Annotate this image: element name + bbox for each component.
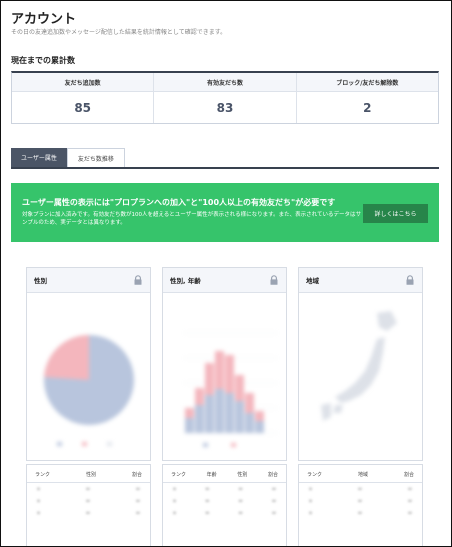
card-region: 地域 [298,267,423,461]
stat-label: 友だち追加数 [12,73,154,92]
table-rows-blurred: ▪ ▬ ▬ ▪ ▬ ▬ ▪ ▬ ▬ [27,483,150,519]
tab-user-attributes[interactable]: ユーザー属性 [11,148,67,167]
stat-label: ブロック/友だち解除数 [296,73,438,92]
pro-plan-notice: ユーザー属性の表示には"プロプランへの加入"と"100人以上の有効友だち"が必要… [11,183,439,242]
stat-label: 有効友だち数 [154,73,296,92]
page-title: アカウント [11,12,77,27]
col-ratio: 割合 [403,472,414,478]
stat-active-friends: 有効友だち数 83 [154,73,297,123]
table-row: ▪ ▬ ▬ [309,511,412,516]
table-rows-blurred: ▪ ▬ ▬ ▪ ▬ ▬ ▪ ▬ ▬ [299,483,422,519]
stat-value: 83 [216,100,234,115]
region-map [299,293,422,460]
table-row: ▪ ▬ ▬ [309,487,412,492]
col-rank: ランク [307,472,323,478]
table-row: ▪ ▬ ▬ ▬ [173,499,276,504]
card-header: 地域 [299,268,422,293]
table-row: ▪ ▬ ▬ [37,499,140,504]
notice-text: 対象プランに加入済みです。有効友だち数が100人を超えるとユーザー属性が表示され… [22,212,361,226]
col-region: 地域 [357,472,368,478]
table-row: ▪ ▬ ▬ ▬ [173,511,276,516]
cumulative-heading: 現在までの累計数 [11,56,75,65]
card-gender: 性別 [26,267,151,461]
stat-blocked: ブロック/友だち解除数 2 [296,73,438,123]
cumulative-stats: 友だち追加数 85 有効友だち数 83 ブロック/友だち解除数 2 [11,71,439,124]
lock-icon [134,275,142,285]
col-rank: ランク [171,472,187,478]
rank-table-region: ランク 地域 割合 ▪ ▬ ▬ ▪ ▬ ▬ ▪ ▬ ▬ [298,464,423,546]
card-header: 性別 [27,268,150,293]
card-title: 性別, 年齢 [170,277,201,285]
stat-friends-added: 友だち追加数 85 [12,73,155,123]
tab-friend-trend[interactable]: 友だち数推移 [66,148,125,167]
table-row: ▪ ▬ ▬ [37,511,140,516]
lock-icon [270,275,278,285]
col-gender: 性別 [237,472,248,478]
col-ratio: 割合 [267,472,278,478]
col-rank: ランク [35,472,51,478]
rank-table-gender: ランク 性別 割合 ▪ ▬ ▬ ▪ ▬ ▬ ▪ ▬ ▬ [26,464,151,546]
table-rows-blurred: ▪ ▬ ▬ ▬ ▪ ▬ ▬ ▬ ▪ ▬ ▬ ▬ [163,483,286,519]
rank-table-gender-age: ランク 年齢 性別 割合 ▪ ▬ ▬ ▬ ▪ ▬ ▬ ▬ ▪ ▬ ▬ ▬ [162,464,287,546]
col-ratio: 割合 [131,472,142,478]
page-subtitle: その日の友達追加数やメッセージ配信した結果を統計情報として確認できます。 [11,29,227,36]
card-gender-age: 性別, 年齢 [162,267,287,461]
table-header: ランク 地域 割合 [299,465,422,483]
card-title: 性別 [34,277,47,285]
table-row: ▪ ▬ ▬ [37,487,140,492]
stat-value: 2 [363,100,372,115]
gender-pie-chart [27,293,150,460]
table-header: ランク 年齢 性別 割合 [163,465,286,483]
lock-icon [406,275,414,285]
details-button[interactable]: 詳しくはこちら [363,204,428,223]
table-row: ▪ ▬ ▬ ▬ [173,487,276,492]
card-title: 地域 [306,277,319,285]
col-age: 年齢 [206,472,217,478]
gender-age-bar-chart [163,293,286,460]
stat-value: 85 [74,100,92,115]
card-header: 性別, 年齢 [163,268,286,293]
table-row: ▪ ▬ ▬ [309,499,412,504]
table-header: ランク 性別 割合 [27,465,150,483]
tab-bar: ユーザー属性 友だち数推移 [11,148,439,169]
page-frame: アカウント その日の友達追加数やメッセージ配信した結果を統計情報として確認できま… [0,0,452,547]
col-gender: 性別 [85,472,96,478]
